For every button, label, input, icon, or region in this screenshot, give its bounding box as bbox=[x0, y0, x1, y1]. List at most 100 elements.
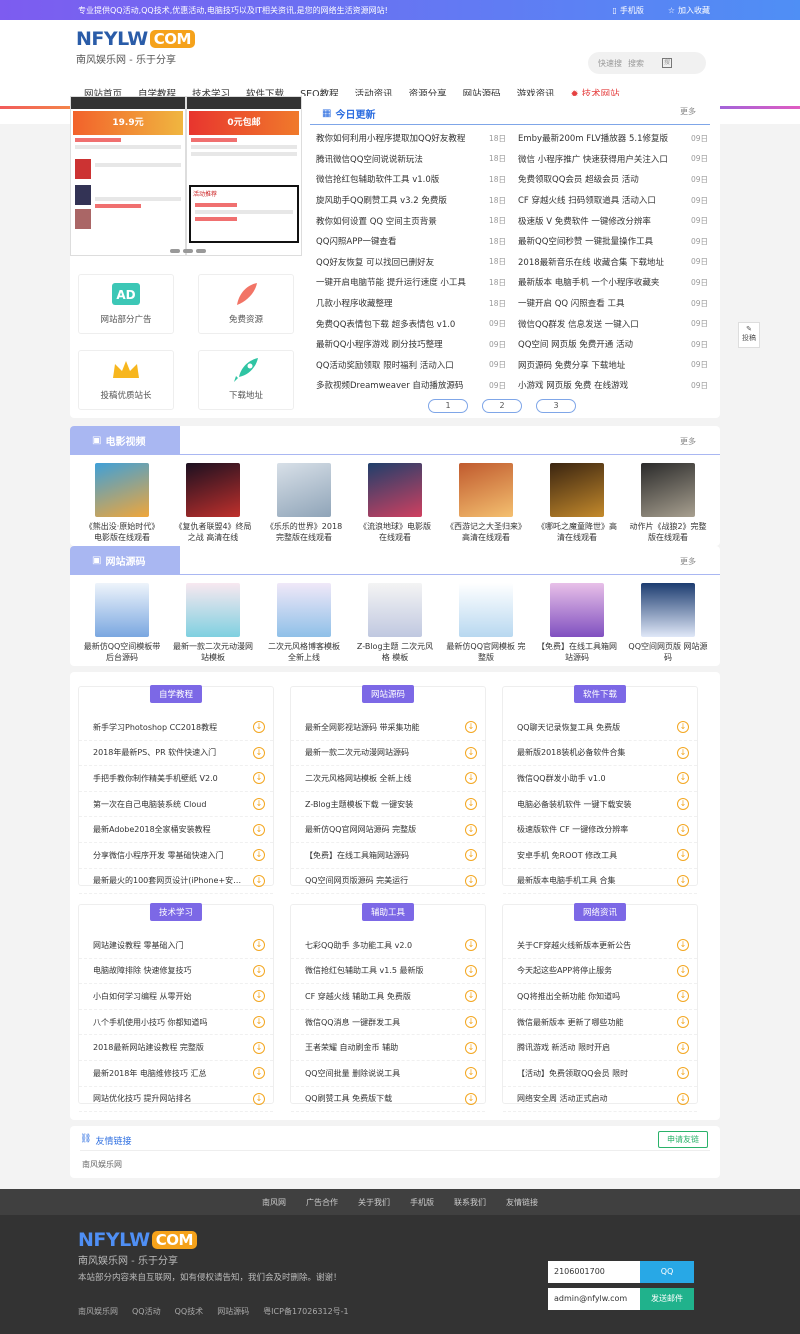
footer-bottom-link[interactable]: QQ技术 bbox=[175, 1306, 204, 1317]
footer-bottom-link[interactable]: 粤ICP备17026312号-1 bbox=[263, 1306, 348, 1317]
friend-link[interactable]: 南风娱乐网 bbox=[82, 1159, 122, 1170]
qq-button[interactable]: QQ bbox=[640, 1261, 694, 1283]
download-icon[interactable]: ↓ bbox=[677, 798, 689, 811]
contribute-float[interactable]: ✎ 投稿 bbox=[738, 322, 760, 348]
footer-bottom-link[interactable]: 南风娱乐网 bbox=[78, 1306, 118, 1317]
list-item[interactable]: 手把手教你制作精美手机壁纸 V2.0 ↓ bbox=[79, 766, 273, 792]
tile-download[interactable]: 下载地址 bbox=[198, 350, 294, 410]
news-row[interactable]: 免费QQ表情包下载 超多表情包 v1.0 09日 bbox=[316, 313, 506, 334]
footer-bottom-link[interactable]: QQ活动 bbox=[132, 1306, 161, 1317]
download-icon[interactable]: ↓ bbox=[253, 939, 265, 952]
download-icon[interactable]: ↓ bbox=[465, 1067, 477, 1080]
download-icon[interactable]: ↓ bbox=[677, 1067, 689, 1080]
list-item[interactable]: 最新一款二次元动漫网站源码 ↓ bbox=[291, 741, 485, 767]
download-icon[interactable]: ↓ bbox=[465, 1092, 477, 1105]
news-row[interactable]: 极速版 V 免费软件 一键修改分辨率 09日 bbox=[518, 210, 708, 231]
movies-item[interactable]: 《复仇者联盟4》终局之战 高清在线 bbox=[173, 463, 253, 543]
list-item[interactable]: 分享微信小程序开发 零基础快速入门 ↓ bbox=[79, 843, 273, 869]
mail-button[interactable]: 发送邮件 bbox=[640, 1288, 694, 1310]
download-icon[interactable]: ↓ bbox=[677, 1092, 689, 1105]
footer-logo[interactable]: NFYLW COM 南风娱乐网 - 乐于分享 bbox=[78, 1229, 197, 1267]
templates-more[interactable]: 更多 bbox=[680, 556, 696, 567]
templates-item[interactable]: 【免费】在线工具箱网站源码 bbox=[537, 583, 617, 663]
news-row[interactable]: 2018最新音乐在线 收藏合集 下载地址 09日 bbox=[518, 252, 708, 273]
list-item[interactable]: 微信抢红包辅助工具 v1.5 最新版 ↓ bbox=[291, 959, 485, 985]
download-icon[interactable]: ↓ bbox=[677, 1016, 689, 1029]
templates-item[interactable]: 二次元风格博客模板 全新上线 bbox=[264, 583, 344, 663]
list-item[interactable]: 2018最新网站建设教程 完整版 ↓ bbox=[79, 1035, 273, 1061]
download-icon[interactable]: ↓ bbox=[253, 721, 265, 734]
movies-item[interactable]: 《哪吒之魔童降世》高清在线观看 bbox=[537, 463, 617, 543]
news-row[interactable]: 一键开启 QQ 闪照查看 工具 09日 bbox=[518, 293, 708, 314]
category-badge[interactable]: 自学教程 bbox=[149, 685, 203, 703]
list-item[interactable]: 极速版软件 CF 一键修改分辨率 ↓ bbox=[503, 817, 697, 843]
list-item[interactable]: 最新全网影视站源码 带采集功能 ↓ bbox=[291, 715, 485, 741]
site-logo[interactable]: NFYLW COM 南风娱乐网 - 乐于分享 bbox=[76, 28, 195, 66]
list-item[interactable]: 最新最火的100套网页设计(iPhone+安卓) ↓ bbox=[79, 869, 273, 895]
tile-contribute[interactable]: 投稿优质站长 bbox=[78, 350, 174, 410]
search-button[interactable]: 搜 bbox=[662, 58, 672, 68]
page-button[interactable]: 2 bbox=[482, 399, 522, 413]
list-item[interactable]: 电脑故障排除 快速修复技巧 ↓ bbox=[79, 959, 273, 985]
news-row[interactable]: 微信 小程序推广 快速获得用户关注入口 09日 bbox=[518, 149, 708, 170]
mobile-link[interactable]: ▯ 手机版 bbox=[612, 5, 643, 16]
list-item[interactable]: 网络安全周 活动正式启动 ↓ bbox=[503, 1087, 697, 1113]
download-icon[interactable]: ↓ bbox=[253, 1041, 265, 1054]
list-item[interactable]: QQ聊天记录恢复工具 免费版 ↓ bbox=[503, 715, 697, 741]
list-item[interactable]: 八个手机使用小技巧 你都知道吗 ↓ bbox=[79, 1010, 273, 1036]
news-row[interactable]: 微信抢红包辅助软件工具 v1.0版 18日 bbox=[316, 169, 506, 190]
list-item[interactable]: 网站优化技巧 提升网站排名 ↓ bbox=[79, 1087, 273, 1113]
list-item[interactable]: 王者荣耀 自动刷金币 辅助 ↓ bbox=[291, 1035, 485, 1061]
list-item[interactable]: 腾讯游戏 新活动 限时开启 ↓ bbox=[503, 1035, 697, 1061]
news-row[interactable]: QQ好友恢复 可以找回已删好友 18日 bbox=[316, 252, 506, 273]
footer-nav-link[interactable]: 南风网 bbox=[262, 1197, 286, 1208]
download-icon[interactable]: ↓ bbox=[465, 874, 477, 887]
download-icon[interactable]: ↓ bbox=[677, 939, 689, 952]
list-item[interactable]: 最新版本电脑手机工具 合集 ↓ bbox=[503, 869, 697, 895]
download-icon[interactable]: ↓ bbox=[465, 964, 477, 977]
download-icon[interactable]: ↓ bbox=[465, 823, 477, 836]
download-icon[interactable]: ↓ bbox=[677, 772, 689, 785]
download-icon[interactable]: ↓ bbox=[465, 1016, 477, 1029]
list-item[interactable]: 微信QQ群发小助手 v1.0 ↓ bbox=[503, 766, 697, 792]
news-row[interactable]: 免费领取QQ会员 超级会员 活动 09日 bbox=[518, 169, 708, 190]
list-item[interactable]: 小白如何学习编程 从零开始 ↓ bbox=[79, 984, 273, 1010]
download-icon[interactable]: ↓ bbox=[677, 746, 689, 759]
category-badge[interactable]: 网站源码 bbox=[361, 685, 415, 703]
download-icon[interactable]: ↓ bbox=[253, 849, 265, 862]
list-item[interactable]: 七彩QQ助手 多功能工具 v2.0 ↓ bbox=[291, 933, 485, 959]
news-row[interactable]: 小游戏 网页版 免费 在线游戏 09日 bbox=[518, 375, 708, 396]
tile-free[interactable]: 免费资源 bbox=[198, 274, 294, 334]
download-icon[interactable]: ↓ bbox=[677, 990, 689, 1003]
news-row[interactable]: 最新版本 电脑手机 一个小程序收藏夹 09日 bbox=[518, 272, 708, 293]
list-item[interactable]: 电脑必备装机软件 一键下载安装 ↓ bbox=[503, 792, 697, 818]
movies-more[interactable]: 更多 bbox=[680, 436, 696, 447]
news-row[interactable]: 几款小程序收藏整理 18日 bbox=[316, 293, 506, 314]
page-button[interactable]: 3 bbox=[536, 399, 576, 413]
news-row[interactable]: 一键开启电脑节能 提升运行速度 小工具 18日 bbox=[316, 272, 506, 293]
templates-item[interactable]: 最新仿QQ官网模板 完整版 bbox=[446, 583, 526, 663]
list-item[interactable]: 关于CF穿越火线新版本更新公告 ↓ bbox=[503, 933, 697, 959]
list-item[interactable]: QQ空间网页版源码 完美运行 ↓ bbox=[291, 869, 485, 895]
list-item[interactable]: 最新仿QQ官网网站源码 完整版 ↓ bbox=[291, 817, 485, 843]
download-icon[interactable]: ↓ bbox=[253, 746, 265, 759]
templates-item[interactable]: 最新仿QQ空间模板带后台源码 bbox=[82, 583, 162, 663]
movies-item[interactable]: 《流浪地球》电影版 在线观看 bbox=[355, 463, 435, 543]
download-icon[interactable]: ↓ bbox=[465, 798, 477, 811]
news-row[interactable]: 教你如何利用小程序提取加QQ好友教程 18日 bbox=[316, 128, 506, 149]
category-badge[interactable]: 辅助工具 bbox=[361, 903, 415, 921]
download-icon[interactable]: ↓ bbox=[253, 1092, 265, 1105]
download-icon[interactable]: ↓ bbox=[253, 823, 265, 836]
footer-nav-link[interactable]: 友情链接 bbox=[506, 1197, 538, 1208]
footer-nav-link[interactable]: 广告合作 bbox=[306, 1197, 338, 1208]
news-row[interactable]: 微信QQ群发 信息发送 一键入口 09日 bbox=[518, 313, 708, 334]
download-icon[interactable]: ↓ bbox=[677, 874, 689, 887]
apply-link-button[interactable]: 申请友链 bbox=[658, 1131, 708, 1148]
category-badge[interactable]: 软件下载 bbox=[573, 685, 627, 703]
list-item[interactable]: 今天起这些APP将停止服务 ↓ bbox=[503, 959, 697, 985]
news-row[interactable]: QQ空间 网页版 免费开通 活动 09日 bbox=[518, 334, 708, 355]
list-item[interactable]: 【免费】在线工具箱网站源码 ↓ bbox=[291, 843, 485, 869]
download-icon[interactable]: ↓ bbox=[253, 874, 265, 887]
movies-item[interactable]: 《乐乐的世界》2018 完整版在线观看 bbox=[264, 463, 344, 543]
favorite-link[interactable]: ☆ 加入收藏 bbox=[668, 5, 710, 16]
